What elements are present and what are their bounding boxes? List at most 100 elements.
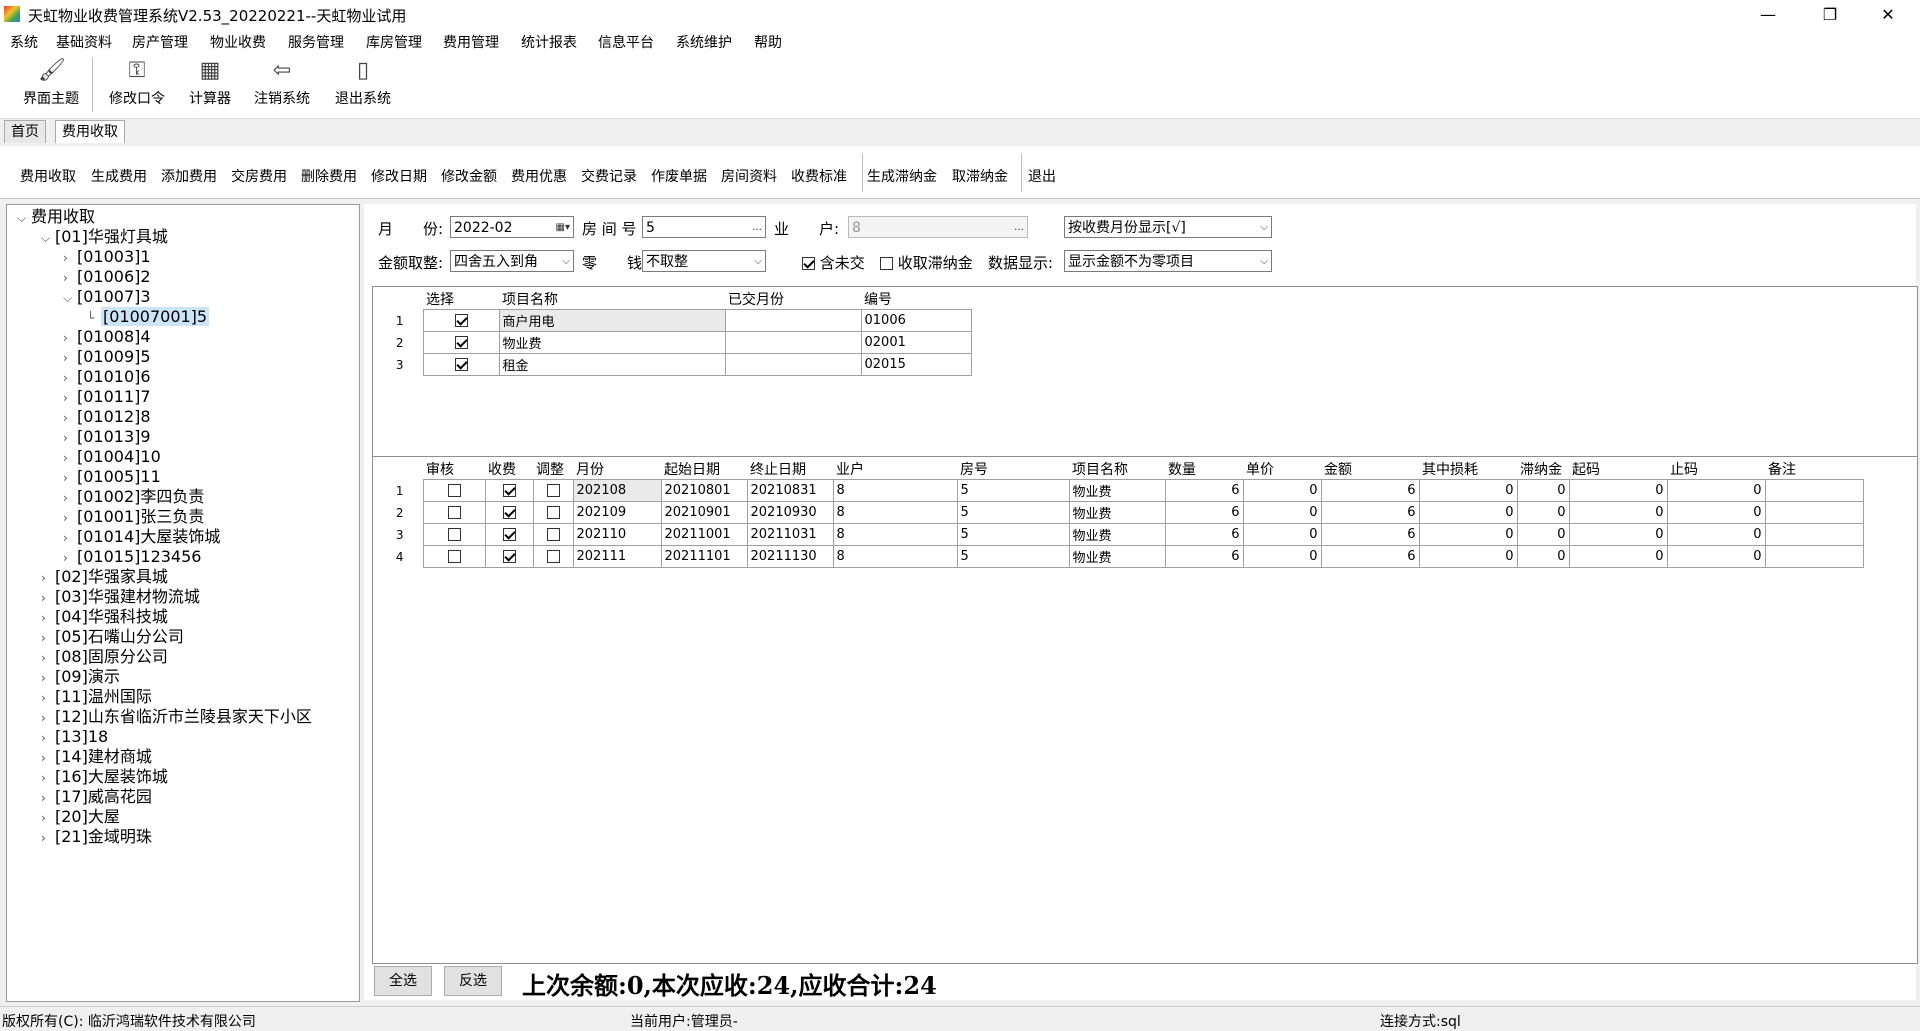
close-button[interactable]: ✕ xyxy=(1860,0,1916,30)
minimize-button[interactable]: — xyxy=(1740,0,1796,30)
code-cell[interactable]: 01006 xyxy=(860,309,972,332)
qty-cell[interactable]: 6 xyxy=(1164,501,1244,524)
start-reading-cell[interactable]: 0 xyxy=(1568,545,1668,568)
qty-cell[interactable]: 6 xyxy=(1164,479,1244,502)
chevron-right-icon[interactable]: › xyxy=(63,248,77,268)
chevron-right-icon[interactable]: › xyxy=(63,328,77,348)
price-cell[interactable]: 0 xyxy=(1242,545,1322,568)
audit-cell[interactable] xyxy=(422,523,486,546)
col-audit[interactable]: 审核 xyxy=(423,459,485,480)
adjust-checkbox[interactable] xyxy=(546,550,560,563)
adjust-cell[interactable] xyxy=(532,523,574,546)
col-charge[interactable]: 收费 xyxy=(485,459,533,480)
item-name-cell[interactable]: 物业费 xyxy=(1068,523,1166,546)
chevron-right-icon[interactable]: › xyxy=(63,468,77,488)
chevron-right-icon[interactable]: › xyxy=(63,268,77,288)
price-cell[interactable]: 0 xyxy=(1242,523,1322,546)
col-qty[interactable]: 数量 xyxy=(1165,459,1243,480)
select-checkbox[interactable] xyxy=(454,358,468,371)
table-row[interactable]: 3 202110 20211001 20211031 8 5 物业费 6 0 6 0 0 0 0 xyxy=(377,523,1864,546)
tree-node[interactable]: › [17]威高花园 xyxy=(41,787,152,808)
note-cell[interactable] xyxy=(1764,545,1864,568)
adjust-checkbox[interactable] xyxy=(546,484,560,497)
item-name-cell[interactable]: 物业费 xyxy=(1068,479,1166,502)
display-mode-select[interactable]: 按收费月份显示[√] ⌵ xyxy=(1064,216,1272,238)
col-start-date[interactable]: 起始日期 xyxy=(661,459,747,480)
menu-fee-collection[interactable]: 物业收费 xyxy=(210,32,266,52)
col-end-date[interactable]: 终止日期 xyxy=(747,459,833,480)
note-cell[interactable] xyxy=(1764,501,1864,524)
chevron-right-icon[interactable]: › xyxy=(41,568,55,588)
paid-months-cell[interactable] xyxy=(724,353,862,376)
start-date-cell[interactable]: 20211001 xyxy=(660,523,748,546)
select-checkbox[interactable] xyxy=(454,314,468,327)
price-cell[interactable]: 0 xyxy=(1242,501,1322,524)
action-edit-date[interactable]: 修改日期 xyxy=(371,166,427,186)
chevron-down-icon[interactable]: ⌵ xyxy=(63,288,77,308)
change-select[interactable]: 不取整 ⌵ xyxy=(642,250,766,272)
col-owner[interactable]: 业户 xyxy=(833,459,957,480)
month-cell[interactable]: 202108 xyxy=(572,479,662,502)
col-end-reading[interactable]: 止码 xyxy=(1667,459,1765,480)
chevron-right-icon[interactable]: › xyxy=(63,368,77,388)
select-cell[interactable] xyxy=(422,309,500,332)
include-unpaid-option[interactable]: 含未交 xyxy=(802,252,865,273)
tab-home[interactable]: 首页 xyxy=(4,120,46,143)
late-fee-option[interactable]: 收取滞纳金 xyxy=(880,252,973,273)
tree-node[interactable]: └ [01007001]5 xyxy=(87,307,210,328)
adjust-cell[interactable] xyxy=(532,479,574,502)
tree-node[interactable]: › [01008]4 xyxy=(63,327,151,348)
menu-help[interactable]: 帮助 xyxy=(754,32,782,52)
tree-node[interactable]: ⌵ [01]华强灯具城 xyxy=(41,227,168,248)
owner-cell[interactable]: 8 xyxy=(832,523,958,546)
calendar-dropdown-icon[interactable]: ▦▾ xyxy=(556,217,570,239)
tree-node[interactable]: › [13]18 xyxy=(41,727,108,748)
tree-node[interactable]: › [20]大屋 xyxy=(41,807,120,828)
amount-cell[interactable]: 6 xyxy=(1320,545,1420,568)
tree-node[interactable]: › [01012]8 xyxy=(63,407,151,428)
adjust-checkbox[interactable] xyxy=(546,506,560,519)
chevron-right-icon[interactable]: › xyxy=(63,488,77,508)
col-month[interactable]: 月份 xyxy=(573,459,661,480)
tree-node[interactable]: › [11]温州国际 xyxy=(41,687,152,708)
month-cell[interactable]: 202110 xyxy=(572,523,662,546)
action-handover[interactable]: 交房费用 xyxy=(231,166,287,186)
charge-checkbox[interactable] xyxy=(502,484,516,497)
item-name-cell[interactable]: 商户用电 xyxy=(498,309,726,332)
chevron-down-icon[interactable]: ⌵ xyxy=(17,208,31,228)
action-discount[interactable]: 费用优惠 xyxy=(511,166,567,186)
action-edit-amount[interactable]: 修改金额 xyxy=(441,166,497,186)
adjust-checkbox[interactable] xyxy=(546,528,560,541)
col-item-name[interactable]: 项目名称 xyxy=(499,289,725,310)
tree-node[interactable]: › [05]石嘴山分公司 xyxy=(41,627,184,648)
chevron-right-icon[interactable]: › xyxy=(63,428,77,448)
tree-node[interactable]: › [01013]9 xyxy=(63,427,151,448)
col-note[interactable]: 备注 xyxy=(1765,459,1863,480)
chevron-right-icon[interactable]: › xyxy=(63,508,77,528)
loss-cell[interactable]: 0 xyxy=(1418,501,1518,524)
end-reading-cell[interactable]: 0 xyxy=(1666,501,1766,524)
charge-cell[interactable] xyxy=(484,501,534,524)
tree-node[interactable]: › [04]华强科技城 xyxy=(41,607,168,628)
end-reading-cell[interactable]: 0 xyxy=(1666,479,1766,502)
end-date-cell[interactable]: 20211130 xyxy=(746,545,834,568)
col-price[interactable]: 单价 xyxy=(1243,459,1321,480)
chevron-right-icon[interactable]: › xyxy=(63,528,77,548)
chevron-right-icon[interactable]: › xyxy=(41,608,55,628)
tree-node[interactable]: ⌵ [01007]3 xyxy=(63,287,151,308)
adjust-cell[interactable] xyxy=(532,501,574,524)
chevron-right-icon[interactable]: › xyxy=(41,728,55,748)
start-reading-cell[interactable]: 0 xyxy=(1568,523,1668,546)
menu-maintenance[interactable]: 系统维护 xyxy=(676,32,732,52)
chevron-right-icon[interactable]: › xyxy=(41,708,55,728)
charge-checkbox[interactable] xyxy=(502,550,516,563)
start-date-cell[interactable]: 20210801 xyxy=(660,479,748,502)
chevron-right-icon[interactable]: › xyxy=(41,688,55,708)
chevron-right-icon[interactable]: › xyxy=(63,408,77,428)
note-cell[interactable] xyxy=(1764,523,1864,546)
action-room-info[interactable]: 房间资料 xyxy=(721,166,777,186)
paid-months-cell[interactable] xyxy=(724,331,862,354)
audit-checkbox[interactable] xyxy=(447,550,461,563)
start-reading-cell[interactable]: 0 xyxy=(1568,501,1668,524)
action-cancel-late-fee[interactable]: 取滞纳金 xyxy=(952,166,1008,186)
